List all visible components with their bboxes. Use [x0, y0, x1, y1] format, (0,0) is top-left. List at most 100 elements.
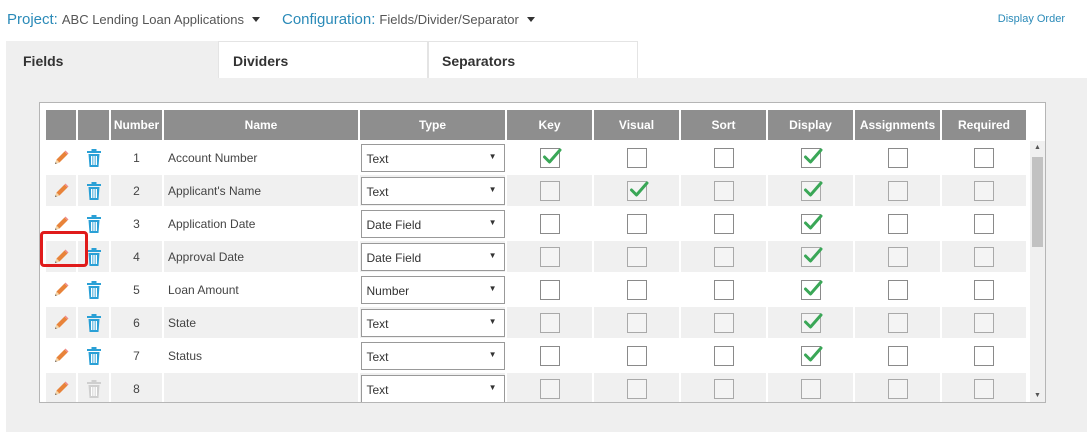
assignments-checkbox[interactable]: [887, 147, 908, 168]
required-checkbox[interactable]: [974, 180, 994, 201]
trash-icon[interactable]: [78, 313, 109, 333]
sort-checkbox[interactable]: [713, 246, 734, 267]
tab-dividers[interactable]: Dividers: [218, 41, 428, 78]
pencil-icon[interactable]: [46, 149, 76, 167]
trash-icon[interactable]: [78, 346, 109, 366]
visual-checkbox[interactable]: [626, 312, 647, 333]
required-checkbox[interactable]: [974, 279, 994, 300]
sort-checkbox[interactable]: [713, 213, 734, 234]
assignments-checkbox[interactable]: [887, 312, 908, 333]
type-select[interactable]: Text ▼: [360, 143, 505, 172]
pencil-icon[interactable]: [46, 215, 76, 233]
table-row: 6 State Text ▼: [46, 305, 1028, 338]
sort-cell: [681, 305, 768, 338]
display-checkbox[interactable]: [800, 378, 821, 399]
display-checkbox[interactable]: [800, 246, 822, 267]
assignments-checkbox[interactable]: [887, 213, 908, 234]
sort-checkbox[interactable]: [713, 279, 734, 300]
key-checkbox[interactable]: [539, 378, 560, 399]
scroll-up-icon[interactable]: ▲: [1030, 141, 1045, 155]
type-select[interactable]: Number ▼: [360, 275, 505, 304]
key-checkbox[interactable]: [539, 345, 560, 366]
assignments-checkbox[interactable]: [887, 246, 908, 267]
pencil-icon[interactable]: [46, 314, 76, 332]
key-checkbox[interactable]: [539, 213, 560, 234]
required-checkbox[interactable]: [974, 345, 994, 366]
assignments-checkbox[interactable]: [887, 180, 908, 201]
sort-cell: [681, 206, 768, 239]
type-select[interactable]: Text ▼: [360, 308, 505, 337]
chevron-down-icon: [526, 16, 535, 22]
scroll-down-icon[interactable]: ▼: [1030, 389, 1045, 402]
trash-icon[interactable]: [78, 247, 109, 267]
key-checkbox[interactable]: [539, 312, 560, 333]
key-checkbox[interactable]: [539, 180, 560, 201]
trash-icon[interactable]: [78, 181, 109, 201]
display-order-link[interactable]: Display Order: [998, 13, 1065, 25]
display-checkbox[interactable]: [800, 147, 822, 168]
visual-checkbox[interactable]: [626, 279, 647, 300]
header-key[interactable]: Key: [507, 110, 594, 140]
display-checkbox[interactable]: [800, 279, 822, 300]
pencil-icon[interactable]: [46, 347, 76, 365]
header-name[interactable]: Name: [164, 110, 360, 140]
project-selector[interactable]: Project: ABC Lending Loan Applications: [7, 11, 260, 28]
type-select[interactable]: Text ▼: [360, 374, 505, 402]
vertical-scrollbar[interactable]: ▲ ▼: [1030, 141, 1045, 402]
required-checkbox[interactable]: [974, 246, 994, 267]
header-visual[interactable]: Visual: [594, 110, 681, 140]
field-name: [164, 371, 360, 402]
assignments-cell: [855, 140, 942, 173]
type-select[interactable]: Date Field ▼: [360, 209, 505, 238]
header-assignments[interactable]: Assignments: [855, 110, 942, 140]
trash-icon[interactable]: [78, 148, 109, 168]
sort-checkbox[interactable]: [713, 180, 734, 201]
assignments-checkbox[interactable]: [887, 279, 908, 300]
required-checkbox[interactable]: [974, 147, 994, 168]
scroll-thumb[interactable]: [1032, 157, 1043, 247]
type-select[interactable]: Date Field ▼: [360, 242, 505, 271]
type-select[interactable]: Text ▼: [360, 341, 505, 370]
caret-down-icon: ▼: [488, 184, 497, 194]
pencil-icon[interactable]: [46, 281, 76, 299]
visual-checkbox[interactable]: [626, 345, 647, 366]
configuration-label: Configuration:: [282, 11, 376, 28]
configuration-selector[interactable]: Configuration: Fields/Divider/Separator: [282, 11, 535, 28]
edit-cell: [46, 140, 78, 173]
visual-checkbox[interactable]: [626, 180, 648, 201]
required-checkbox[interactable]: [974, 312, 994, 333]
visual-checkbox[interactable]: [626, 213, 647, 234]
trash-icon[interactable]: [78, 214, 109, 234]
header-type[interactable]: Type: [360, 110, 507, 140]
type-select[interactable]: Text ▼: [360, 176, 505, 205]
pencil-icon[interactable]: [46, 248, 76, 266]
pencil-icon[interactable]: [46, 380, 76, 398]
visual-checkbox[interactable]: [626, 147, 647, 168]
assignments-checkbox[interactable]: [887, 345, 908, 366]
sort-cell: [681, 338, 768, 371]
key-checkbox[interactable]: [539, 246, 560, 267]
header-display[interactable]: Display: [768, 110, 855, 140]
key-checkbox[interactable]: [539, 147, 561, 168]
required-checkbox[interactable]: [974, 378, 994, 399]
display-checkbox[interactable]: [800, 213, 822, 234]
tab-separators[interactable]: Separators: [428, 41, 638, 78]
display-checkbox[interactable]: [800, 345, 822, 366]
display-checkbox[interactable]: [800, 180, 822, 201]
sort-checkbox[interactable]: [713, 378, 734, 399]
header-required[interactable]: Required: [942, 110, 1028, 140]
trash-icon[interactable]: [78, 280, 109, 300]
pencil-icon[interactable]: [46, 182, 76, 200]
tab-fields[interactable]: Fields: [6, 41, 218, 78]
display-checkbox[interactable]: [800, 312, 822, 333]
sort-checkbox[interactable]: [713, 147, 734, 168]
key-checkbox[interactable]: [539, 279, 560, 300]
header-sort[interactable]: Sort: [681, 110, 768, 140]
sort-checkbox[interactable]: [713, 345, 734, 366]
assignments-checkbox[interactable]: [887, 378, 908, 399]
required-checkbox[interactable]: [974, 213, 994, 234]
visual-checkbox[interactable]: [626, 246, 647, 267]
visual-checkbox[interactable]: [626, 378, 647, 399]
header-number[interactable]: Number: [111, 110, 164, 140]
sort-checkbox[interactable]: [713, 312, 734, 333]
